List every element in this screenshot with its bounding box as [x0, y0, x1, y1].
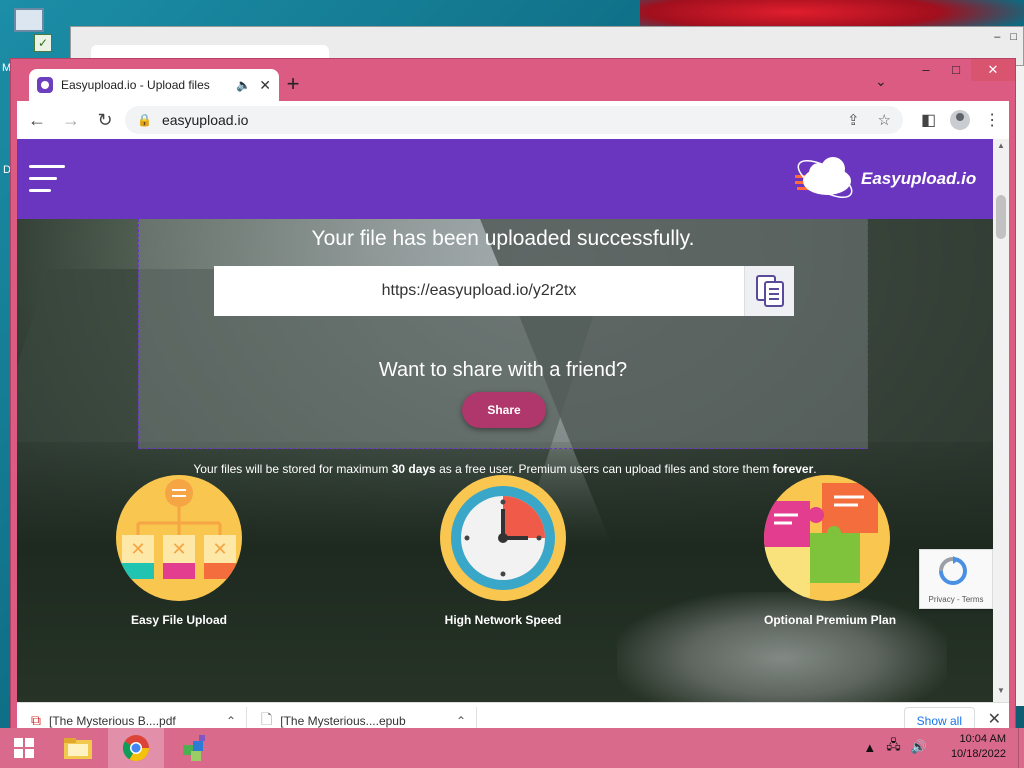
tab-search-chevron-icon[interactable]: ⌄ — [875, 73, 887, 90]
notice-text: . — [813, 462, 817, 476]
browser-window: Easyupload.io - Upload files 🔈 ✕ + ⌄ – □… — [10, 58, 1016, 738]
notice-forever: forever — [772, 462, 814, 476]
window-controls: – □ ✕ — [911, 59, 1015, 81]
network-icon[interactable]: 🖧 — [886, 736, 901, 758]
kebab-menu-icon[interactable]: ⋮ — [984, 110, 1000, 130]
pdf-file-icon: ⧉ — [31, 712, 41, 728]
share-prompt: Want to share with a friend? — [378, 359, 628, 381]
maximize-button[interactable]: □ — [941, 59, 971, 81]
minimize-button[interactable]: – — [911, 59, 941, 81]
feature-title: High Network Speed — [444, 613, 562, 627]
back-arrow-icon[interactable]: ← — [23, 106, 51, 134]
site-header: Easyupload.io — [17, 139, 993, 219]
browser-tab-active[interactable]: Easyupload.io - Upload files 🔈 ✕ — [29, 69, 279, 101]
recaptcha-badge[interactable]: Privacy - Terms — [919, 549, 993, 609]
close-downloads-icon[interactable]: ✕ — [988, 709, 1001, 729]
profile-avatar-icon[interactable] — [950, 110, 971, 130]
address-bar[interactable]: 🔒 easyupload.io ⇪ ☆ — [125, 106, 903, 134]
logo-text: Easyupload.io — [861, 169, 977, 188]
notice-text: as a free user. Premium users can upload… — [435, 462, 773, 476]
scroll-up-icon[interactable]: ▲ — [993, 141, 1009, 155]
system-tray: ▲ 🖧 🔊 10:04 AM 10/18/2022 — [863, 732, 1006, 762]
copy-link-button[interactable] — [744, 266, 794, 316]
tray-expand-icon[interactable]: ▲ — [863, 740, 876, 755]
clock-time: 10:04 AM — [959, 733, 1006, 745]
tab-bar: Easyupload.io - Upload files 🔈 ✕ + ⌄ – □… — [11, 59, 1015, 101]
page-viewport: Easyupload.io Your file has been uploade… — [17, 139, 1009, 702]
taskbar: ▲ 🖧 🔊 10:04 AM 10/18/2022 — [0, 728, 1024, 768]
svg-text:✕: ✕ — [212, 539, 227, 560]
site-logo[interactable]: Easyupload.io — [793, 151, 983, 207]
feature-title: Easy File Upload — [130, 613, 228, 627]
volume-icon[interactable]: 🔊 — [911, 739, 927, 755]
speaker-icon[interactable]: 🔈 — [236, 78, 251, 92]
download-filename: [The Mysterious B....pdf — [49, 713, 176, 728]
browser-toolbar: ← → ↻ 🔒 easyupload.io ⇪ ☆ ◧ ⋮ — [17, 101, 1009, 139]
scroll-down-icon[interactable]: ▼ — [993, 686, 1009, 700]
storage-notice: Your files will be stored for maximum 30… — [17, 462, 993, 476]
side-panel-icon[interactable]: ◧ — [921, 110, 936, 130]
taskbar-file-explorer[interactable] — [50, 728, 106, 768]
feature-easy-upload: ✕ ✕ ✕ Easy File Upload — [116, 475, 242, 627]
background-window-controls: – □ — [994, 31, 1017, 43]
taskbar-clock[interactable]: 10:04 AM 10/18/2022 — [951, 732, 1006, 762]
show-desktop-button[interactable] — [1018, 728, 1024, 768]
chevron-up-icon[interactable]: ⌃ — [226, 714, 236, 728]
page-scrollbar[interactable]: ▲ ▼ — [993, 139, 1009, 702]
windows-logo-icon — [14, 738, 34, 758]
chrome-icon — [122, 735, 150, 762]
chevron-up-icon[interactable]: ⌃ — [456, 714, 466, 728]
hierarchy-icon: ✕ ✕ ✕ — [116, 475, 242, 601]
upload-success-message: Your file has been uploaded successfully… — [311, 227, 695, 250]
start-button[interactable] — [0, 728, 48, 768]
share-link-field[interactable]: https://easyupload.io/y2r2tx — [214, 266, 744, 316]
maximize-icon[interactable]: □ — [1010, 31, 1017, 43]
notice-days: 30 days — [391, 462, 436, 476]
feature-premium-plan: Optional Premium Plan — [764, 475, 897, 627]
upload-result-panel: Your file has been uploaded successfully… — [138, 219, 868, 449]
feature-network-speed: High Network Speed — [440, 475, 566, 627]
download-filename: [The Mysterious....epub — [280, 713, 406, 728]
scrollbar-thumb[interactable] — [996, 195, 1006, 239]
notice-text: Your files will be stored for maximum — [193, 462, 392, 476]
reload-icon[interactable]: ↻ — [91, 106, 119, 134]
lock-icon[interactable]: 🔒 — [137, 113, 152, 127]
taskbar-chrome[interactable] — [108, 728, 164, 768]
puzzle-icon — [764, 475, 890, 601]
minimize-icon[interactable]: – — [994, 31, 1000, 43]
new-tab-button[interactable]: + — [281, 73, 305, 97]
easyupload-page: Easyupload.io Your file has been uploade… — [17, 139, 993, 702]
bookmark-star-icon[interactable]: ☆ — [878, 111, 891, 129]
recaptcha-links[interactable]: Privacy - Terms — [920, 595, 992, 604]
cloud-logo-icon — [795, 157, 853, 198]
feature-title: Optional Premium Plan — [764, 613, 897, 627]
share-button[interactable]: Share — [462, 392, 546, 428]
close-window-button[interactable]: ✕ — [971, 59, 1015, 81]
forward-arrow-icon[interactable]: → — [57, 106, 85, 134]
address-bar-url[interactable]: easyupload.io — [162, 112, 829, 128]
toolbar-icons: ◧ ⋮ — [921, 110, 1000, 130]
folder-icon — [64, 738, 92, 759]
desktop-computer-icon[interactable]: ✓ — [14, 8, 52, 52]
share-link-row: https://easyupload.io/y2r2tx — [214, 266, 794, 316]
share-page-icon[interactable]: ⇪ — [847, 111, 860, 129]
clock-icon — [440, 475, 566, 601]
taskbar-app[interactable] — [166, 728, 222, 768]
app-cubes-icon — [183, 735, 205, 761]
clock-date: 10/18/2022 — [950, 748, 1006, 760]
hamburger-menu-icon[interactable] — [29, 165, 65, 195]
close-tab-icon[interactable]: ✕ — [259, 77, 271, 94]
easyupload-favicon-icon — [37, 77, 53, 93]
recaptcha-icon — [939, 556, 967, 585]
copy-icon — [755, 275, 784, 307]
svg-text:✕: ✕ — [130, 539, 145, 560]
tab-title: Easyupload.io - Upload files — [61, 78, 210, 92]
svg-text:✕: ✕ — [171, 539, 186, 560]
